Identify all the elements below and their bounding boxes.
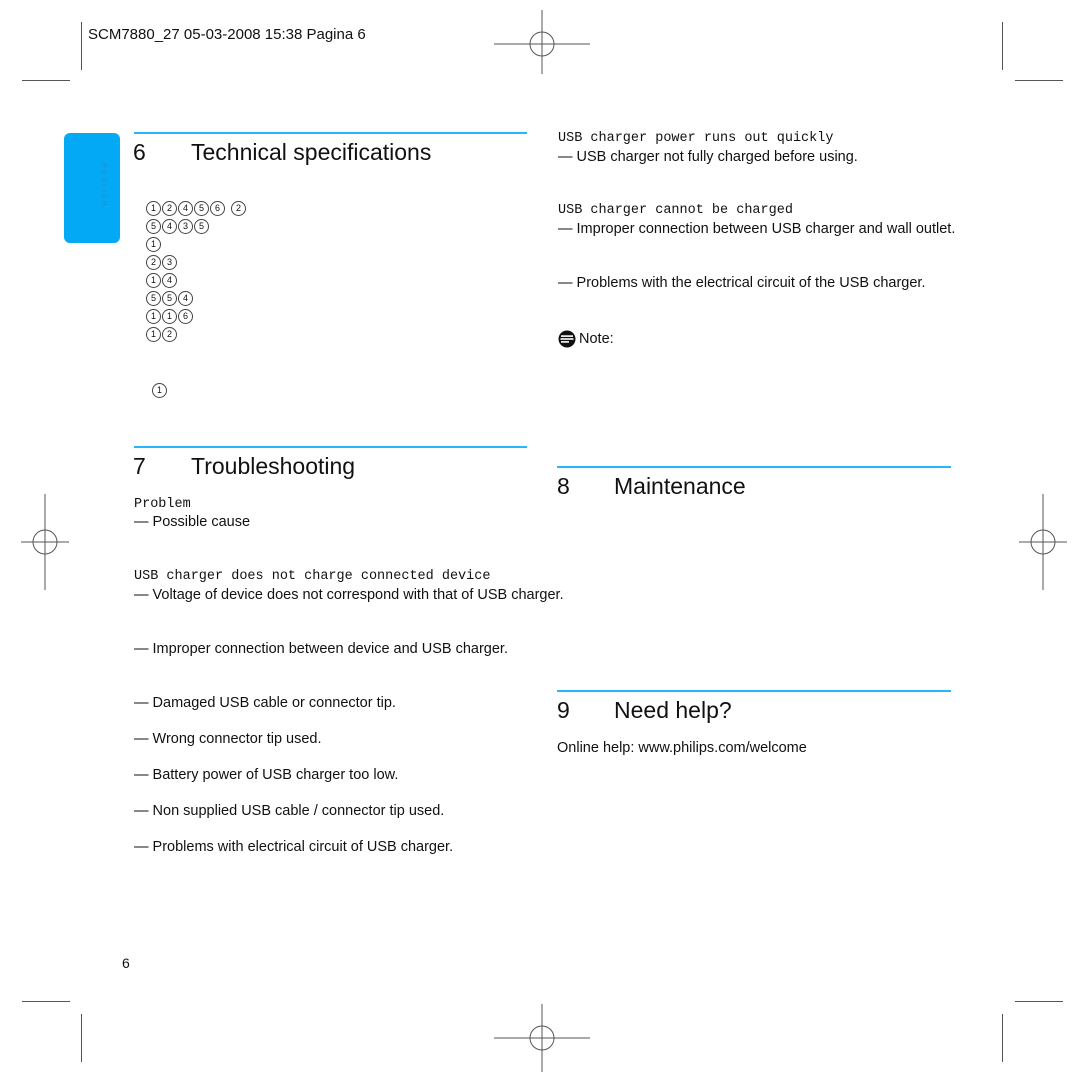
spec-row: 1: [146, 237, 162, 252]
circled-number: 1: [162, 309, 177, 324]
circled-number: 4: [162, 219, 177, 234]
crop-mark-bottom-right-v: [1002, 1014, 1003, 1062]
circled-number: 3: [162, 255, 177, 270]
circled-number: 2: [231, 201, 246, 216]
section-7-number: 7: [133, 453, 146, 479]
problem-1-cause: — Problems with electrical circuit of US…: [134, 839, 454, 855]
spec-footnote-row: 1: [152, 383, 168, 398]
crop-mark-top-left-v: [81, 22, 82, 70]
circled-number: 4: [178, 291, 193, 306]
section-8-number: 8: [557, 473, 570, 499]
problem-1-cause: — Battery power of USB charger too low.: [134, 767, 399, 783]
section-8-title: Maintenance: [614, 473, 746, 499]
registration-mark-bottom: [494, 1004, 590, 1072]
crop-mark-top-right-h: [1015, 80, 1063, 81]
circled-number: 2: [162, 327, 177, 342]
circled-number: 5: [194, 219, 209, 234]
spec-row: 23: [146, 255, 178, 270]
circled-number: 5: [146, 219, 161, 234]
crop-mark-bottom-right-h: [1015, 1001, 1063, 1002]
crop-mark-top-right-v: [1002, 22, 1003, 70]
circled-number: 1: [146, 273, 161, 288]
registration-mark-right: [1019, 494, 1067, 590]
legend-problem: Problem: [134, 497, 191, 512]
section-7-rule: [134, 446, 527, 448]
spec-row: 554: [146, 291, 194, 306]
note-label: Note:: [579, 331, 614, 347]
circled-number: 1: [146, 201, 161, 216]
problem-2-cause: — USB charger not fully charged before u…: [558, 149, 858, 165]
problem-1-title: USB charger does not charge connected de…: [134, 569, 491, 584]
section-9-number: 9: [557, 697, 570, 723]
circled-number: 2: [162, 201, 177, 216]
circled-number: 5: [194, 201, 209, 216]
crop-mark-top-left-h: [22, 80, 70, 81]
problem-1-cause: — Voltage of device does not correspond …: [134, 587, 564, 603]
circled-number: 3: [178, 219, 193, 234]
registration-mark-left: [21, 494, 69, 590]
spec-row: 12: [146, 327, 178, 342]
circled-number: 1: [146, 327, 161, 342]
section-6-number: 6: [133, 139, 146, 165]
spec-row: 116: [146, 309, 194, 324]
crop-mark-bottom-left-h: [22, 1001, 70, 1002]
circled-number: 5: [162, 291, 177, 306]
circled-number: 5: [146, 291, 161, 306]
language-tab-label: ENGLISH: [100, 163, 107, 208]
circled-number: 1: [152, 383, 167, 398]
online-help-link[interactable]: Online help: www.philips.com/welcome: [557, 740, 807, 756]
problem-1-cause: — Improper connection between device and…: [134, 641, 508, 657]
section-6-title: Technical specifications: [191, 139, 432, 165]
note: Note:: [558, 330, 614, 348]
note-icon: [558, 330, 576, 348]
spec-row: 14: [146, 273, 178, 288]
section-8-rule: [557, 466, 951, 468]
circled-number: 6: [178, 309, 193, 324]
circled-number: 4: [162, 273, 177, 288]
crop-mark-bottom-left-v: [81, 1014, 82, 1062]
problem-3-title: USB charger cannot be charged: [558, 203, 793, 218]
circled-number: 4: [178, 201, 193, 216]
problem-3-cause: — Problems with the electrical circuit o…: [558, 275, 926, 291]
language-tab: ENGLISH: [64, 133, 120, 243]
circled-number: 6: [210, 201, 225, 216]
problem-3-cause: — Improper connection between USB charge…: [558, 221, 956, 237]
circled-number: 1: [146, 309, 161, 324]
circled-number: 1: [146, 237, 161, 252]
legend-cause: — Possible cause: [134, 514, 251, 530]
problem-1-cause: — Non supplied USB cable / connector tip…: [134, 803, 445, 819]
problem-2-title: USB charger power runs out quickly: [558, 131, 834, 146]
print-slug-line: SCM7880_27 05-03-2008 15:38 Pagina 6: [88, 26, 366, 43]
spec-row: 5435: [146, 219, 210, 234]
registration-mark-top: [494, 10, 590, 74]
spec-row: 124562: [146, 201, 247, 216]
section-7-title: Troubleshooting: [191, 453, 356, 479]
section-9-title: Need help?: [614, 697, 732, 723]
section-9-rule: [557, 690, 951, 692]
page-number: 6: [122, 955, 130, 971]
problem-1-cause: — Damaged USB cable or connector tip.: [134, 695, 396, 711]
section-6-rule: [134, 132, 527, 134]
problem-1-cause: — Wrong connector tip used.: [134, 731, 322, 747]
circled-number: 2: [146, 255, 161, 270]
